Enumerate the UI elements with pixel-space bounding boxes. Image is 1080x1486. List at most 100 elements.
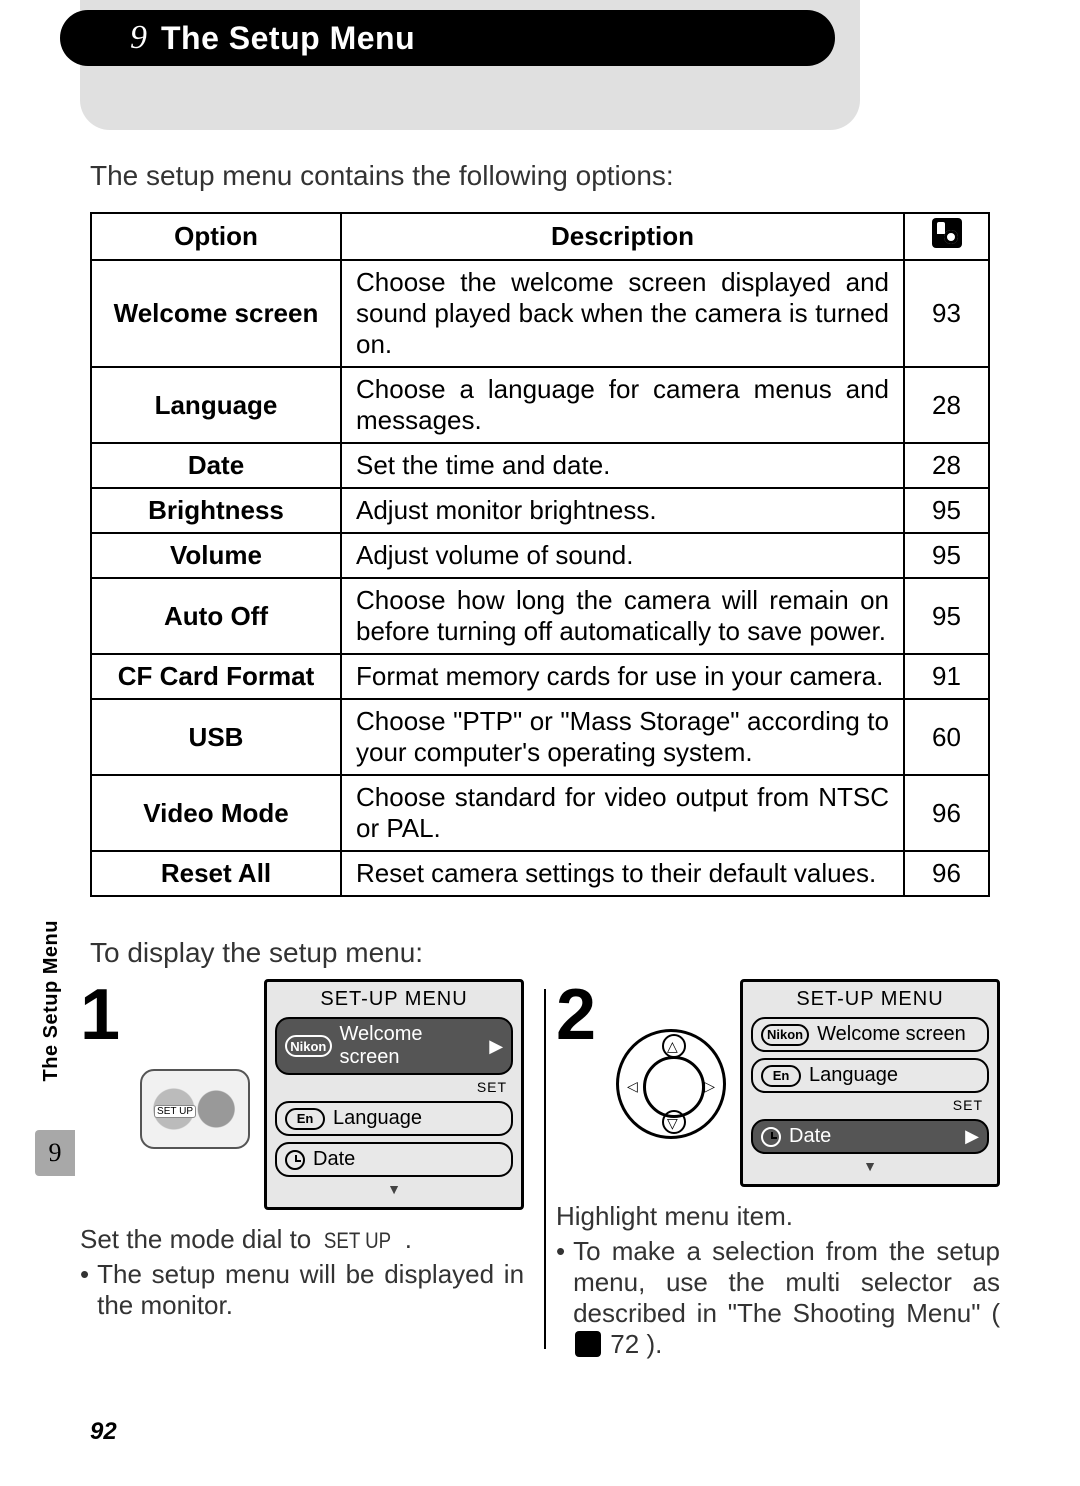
step-2-bullet-a: To make a selection from the setup menu,… xyxy=(573,1236,1000,1328)
option-cell: CF Card Format xyxy=(91,654,341,699)
intro-text: The setup menu contains the following op… xyxy=(90,160,1080,192)
pageref-icon xyxy=(932,218,962,248)
lcd2-label-welcome: Welcome screen xyxy=(817,1023,966,1046)
step-2: 2 △ ▽ ◁ ▷ SET-UP MENU Nikon Welcome scre… xyxy=(546,979,1020,1360)
right-arrow-icon: ▶ xyxy=(489,1036,503,1057)
multi-selector-illustration: △ ▽ ◁ ▷ xyxy=(616,1029,726,1139)
clock-icon xyxy=(761,1127,781,1147)
lcd-step2: SET-UP MENU Nikon Welcome screen En Lang… xyxy=(740,979,1000,1187)
col-pageref xyxy=(904,213,989,260)
table-row: VolumeAdjust volume of sound.95 xyxy=(91,533,989,578)
option-cell: Volume xyxy=(91,533,341,578)
option-cell: Auto Off xyxy=(91,578,341,654)
option-cell: Brightness xyxy=(91,488,341,533)
step-1-number: 1 xyxy=(80,979,120,1051)
mode-dial-label: SET UP xyxy=(154,1105,196,1118)
step-1-bullet: The setup menu will be displayed in the … xyxy=(97,1259,524,1321)
lcd2-label-language: Language xyxy=(809,1064,898,1087)
display-subtitle: To display the setup menu: xyxy=(90,937,1080,969)
lcd-row-date: Date xyxy=(275,1142,513,1177)
right-arrow-icon: ▶ xyxy=(965,1126,979,1147)
lcd2-row-language: En Language xyxy=(751,1058,989,1093)
table-row: DateSet the time and date.28 xyxy=(91,443,989,488)
lcd2-more-indicator: ▼ xyxy=(751,1158,989,1174)
clock-icon xyxy=(285,1150,305,1170)
pageref-icon xyxy=(575,1331,601,1357)
option-cell: USB xyxy=(91,699,341,775)
description-cell: Choose standard for video output from NT… xyxy=(341,775,904,851)
banner-bar: 9 The Setup Menu xyxy=(60,10,835,66)
lcd-label-language: Language xyxy=(333,1107,422,1130)
lcd-step1: SET-UP MENU Nikon Welcome screen ▶ SET E… xyxy=(264,979,524,1210)
lcd-label-date: Date xyxy=(313,1148,355,1171)
lcd2-tag-nikon: Nikon xyxy=(761,1024,809,1046)
step-2-caption: Highlight menu item. To make a selection… xyxy=(556,1201,1000,1360)
lcd2-set-label: SET xyxy=(751,1097,983,1113)
page-cell: 91 xyxy=(904,654,989,699)
steps-row: 1 SET UP SET-UP MENU Nikon Welcome scree… xyxy=(0,979,1080,1360)
right-arrow-icon: ▷ xyxy=(704,1078,715,1095)
lcd-set-label: SET xyxy=(275,1079,507,1095)
page-cell: 28 xyxy=(904,367,989,443)
lcd-title: SET-UP MENU xyxy=(275,988,513,1011)
option-cell: Video Mode xyxy=(91,775,341,851)
page-cell: 95 xyxy=(904,533,989,578)
description-cell: Choose the welcome screen displayed and … xyxy=(341,260,904,367)
page-cell: 96 xyxy=(904,775,989,851)
down-arrow-icon: ▽ xyxy=(667,1115,678,1132)
up-arrow-icon: △ xyxy=(667,1038,678,1055)
description-cell: Reset camera settings to their default v… xyxy=(341,851,904,896)
description-cell: Adjust monitor brightness. xyxy=(341,488,904,533)
page-cell: 96 xyxy=(904,851,989,896)
step-1: 1 SET UP SET-UP MENU Nikon Welcome scree… xyxy=(70,979,544,1360)
mode-dial-illustration: SET UP xyxy=(140,1069,250,1149)
step-2-number: 2 xyxy=(556,979,596,1051)
lcd2-row-welcome: Nikon Welcome screen xyxy=(751,1017,989,1052)
chapter-glyph: 9 xyxy=(130,21,147,55)
setup-dial-glyph: SET UP xyxy=(324,1228,391,1254)
lcd2-row-date: Date ▶ xyxy=(751,1119,989,1154)
table-row: BrightnessAdjust monitor brightness.95 xyxy=(91,488,989,533)
step-2-lead: Highlight menu item. xyxy=(556,1201,793,1231)
chapter-banner: 9 The Setup Menu xyxy=(0,0,1080,130)
setup-options-table: Option Description Welcome screenChoose … xyxy=(90,212,990,897)
table-row: USBChoose "PTP" or "Mass Storage" accord… xyxy=(91,699,989,775)
page-number: 92 xyxy=(90,1418,117,1446)
col-description: Description xyxy=(341,213,904,260)
description-cell: Adjust volume of sound. xyxy=(341,533,904,578)
option-cell: Reset All xyxy=(91,851,341,896)
description-cell: Choose how long the camera will remain o… xyxy=(341,578,904,654)
option-cell: Welcome screen xyxy=(91,260,341,367)
table-row: Auto OffChoose how long the camera will … xyxy=(91,578,989,654)
table-row: Reset AllReset camera settings to their … xyxy=(91,851,989,896)
lcd-title-2: SET-UP MENU xyxy=(751,988,989,1011)
description-cell: Choose "PTP" or "Mass Storage" according… xyxy=(341,699,904,775)
lcd-tag-nikon: Nikon xyxy=(285,1035,331,1057)
lcd-label-welcome: Welcome screen xyxy=(340,1023,482,1069)
option-cell: Date xyxy=(91,443,341,488)
table-row: Welcome screenChoose the welcome screen … xyxy=(91,260,989,367)
description-cell: Choose a language for camera menus and m… xyxy=(341,367,904,443)
page-cell: 93 xyxy=(904,260,989,367)
step-2-bullet-ref: 72 xyxy=(610,1329,639,1359)
step-1-tail: . xyxy=(405,1224,412,1254)
lcd2-tag-en: En xyxy=(761,1065,801,1087)
lcd-tag-en: En xyxy=(285,1108,325,1130)
table-row: LanguageChoose a language for camera men… xyxy=(91,367,989,443)
chapter-title: The Setup Menu xyxy=(161,20,415,57)
table-row: CF Card FormatFormat memory cards for us… xyxy=(91,654,989,699)
option-cell: Language xyxy=(91,367,341,443)
page-cell: 95 xyxy=(904,578,989,654)
page-cell: 28 xyxy=(904,443,989,488)
lcd-more-indicator: ▼ xyxy=(275,1181,513,1197)
step-1-lead: Set the mode dial to xyxy=(80,1224,318,1254)
page-cell: 60 xyxy=(904,699,989,775)
step-1-caption: Set the mode dial to SET UP . The setup … xyxy=(80,1224,524,1321)
step-2-bullet-b: ). xyxy=(646,1329,662,1359)
lcd-row-language: En Language xyxy=(275,1101,513,1136)
page-cell: 95 xyxy=(904,488,989,533)
description-cell: Set the time and date. xyxy=(341,443,904,488)
lcd-row-welcome: Nikon Welcome screen ▶ xyxy=(275,1017,513,1075)
lcd2-label-date: Date xyxy=(789,1125,831,1148)
col-option: Option xyxy=(91,213,341,260)
